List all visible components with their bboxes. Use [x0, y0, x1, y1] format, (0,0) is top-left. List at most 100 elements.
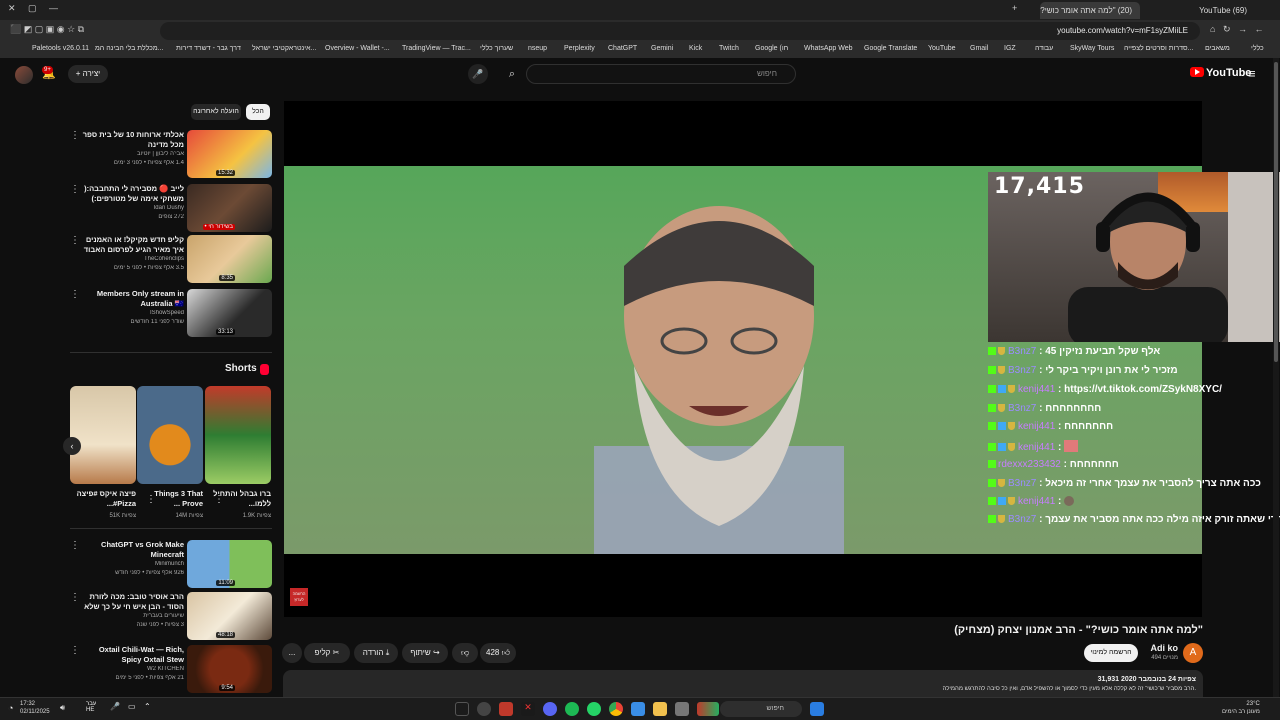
mic-icon[interactable]: 🎤 — [468, 64, 488, 84]
create-button[interactable]: + יצירה — [68, 65, 108, 83]
bookmark[interactable]: Paletools v26.0.11 — [32, 45, 89, 52]
bookmark[interactable]: Kick — [689, 45, 702, 52]
app-icon[interactable] — [697, 702, 719, 716]
more-icon[interactable]: ⋮ — [146, 494, 156, 505]
tab-active[interactable]: (20) "למה אתה אומר כושי?" - הרב אמנון יצ… — [1040, 2, 1140, 19]
search-input[interactable]: חיפוש — [526, 64, 796, 84]
battery-icon[interactable]: ▭ — [128, 702, 136, 711]
wifi-icon[interactable]: ◔ — [8, 703, 13, 713]
channel-watermark[interactable]: הרשמה לערוץ — [290, 588, 308, 606]
short-thumbnail[interactable] — [137, 386, 203, 484]
bookmark[interactable]: Gmail — [970, 45, 988, 52]
chat-message: B3nz7 : מזכיר לי את רונן ויקיר ביקר לי — [988, 365, 1178, 383]
language-indicator[interactable]: עבר HE — [86, 701, 106, 713]
short-thumbnail[interactable] — [70, 386, 136, 484]
hamburger-menu-icon[interactable]: ≡ — [1248, 66, 1256, 81]
scrollbar-thumb[interactable] — [1274, 62, 1278, 362]
download-button[interactable]: הורדה ⤓ — [354, 643, 398, 663]
taskbar-search[interactable]: חיפוש — [720, 701, 802, 717]
more-icon[interactable]: ⋮ — [70, 289, 80, 300]
list-item[interactable]: ⋮ הרב אוסיר טובב: מכה לזורת הסוד - הבן א… — [70, 592, 272, 642]
emote-icon — [1064, 440, 1079, 452]
discord-icon[interactable] — [543, 702, 557, 716]
app-icon[interactable] — [675, 702, 689, 716]
chevron-left-icon[interactable]: ‹ — [63, 437, 81, 455]
chip-all[interactable]: הכל — [246, 104, 270, 120]
tab-youtube[interactable]: (69) YouTube — [1145, 2, 1255, 19]
more-icon[interactable]: ⋮ — [70, 235, 80, 246]
bookmark[interactable]: WhatsApp Web — [804, 45, 853, 52]
volume-icon[interactable]: 🔊︎ — [60, 703, 65, 713]
share-button[interactable]: שיתוף ↪ — [402, 643, 448, 663]
weather-widget[interactable]: 23°C מעונן רב הימים — [1222, 700, 1260, 716]
like-button[interactable]: 428 👍︎ — [480, 643, 516, 663]
windows-start-icon[interactable] — [810, 702, 824, 716]
new-tab-button[interactable]: + — [1012, 3, 1017, 13]
spotify-icon[interactable] — [565, 702, 579, 716]
list-item[interactable]: ⋮ קליפ חדש מקיקל! או האמנים איך מאיר הגי… — [70, 235, 272, 285]
bookmark[interactable]: עבודה — [1035, 45, 1053, 52]
clip-button[interactable]: קליפ ✂ — [304, 643, 350, 663]
kick-badge-icon — [988, 347, 996, 355]
app-icon[interactable] — [477, 702, 491, 716]
app-icon[interactable]: ✕ — [521, 702, 535, 716]
video-title: "למה אתה אומר כושי?" - הרב אמנון יצחק (מ… — [954, 624, 1203, 636]
more-icon[interactable]: ⋮ — [214, 494, 224, 505]
bookmark[interactable]: Twitch — [719, 45, 739, 52]
clock[interactable]: 17:32 02/11/2025 — [20, 700, 50, 716]
more-icon[interactable]: ⋮ — [70, 184, 80, 195]
tiktok-icon[interactable] — [455, 702, 469, 716]
chat-user: B3nz7 — [1008, 403, 1037, 414]
app-icon[interactable] — [499, 702, 513, 716]
folder-icon[interactable] — [653, 702, 667, 716]
photos-icon[interactable] — [631, 702, 645, 716]
more-icon[interactable]: ⋮ — [70, 130, 80, 141]
bookmark[interactable]: משאבים — [1205, 45, 1230, 52]
bookmark[interactable]: מכללת בלי הבינה המ... — [95, 45, 164, 52]
youtube-logo[interactable]: YouTube — [1190, 67, 1251, 79]
mic-tray-icon[interactable]: 🎤 — [110, 702, 120, 711]
bookmark[interactable]: Google (חו — [755, 45, 788, 52]
subscribe-button[interactable]: הרשמה למינוי — [1084, 644, 1138, 662]
dislike-button[interactable]: 👎︎ — [452, 643, 478, 663]
short-thumbnail[interactable] — [205, 386, 271, 484]
bookmark[interactable]: כללי — [1251, 45, 1264, 52]
list-item[interactable]: ⋮ ChatGPT vs Grok Make Minecraft Minimun… — [70, 540, 272, 590]
bookmark[interactable]: YouTube — [928, 45, 956, 52]
nav-buttons[interactable]: ⌂ ↻ → ← — [1210, 24, 1263, 35]
extension-icons[interactable]: ⬛ ◩ ▢ ▣ ◉ ☆ ⧉ — [10, 24, 84, 35]
kick-badge-icon — [988, 385, 996, 393]
bookmark[interactable]: שערוך כללי — [480, 45, 513, 52]
bookmark[interactable]: אינטראקטיבי ישראל... — [252, 45, 316, 52]
bookmark[interactable]: Google Translate — [864, 45, 917, 52]
list-item[interactable]: ⋮ אכלתי ארוחות 10 של בית ספר מכל מדינה א… — [70, 130, 272, 180]
chat-text: : — [1058, 442, 1062, 453]
bookmark[interactable]: IGZ — [1004, 45, 1016, 52]
bookmark[interactable]: דרך גבר - דשרד דירות — [176, 45, 241, 52]
list-item[interactable]: ⋮ לייב 🔴 מסבירה לי התחבבה:( משחקי אימה ש… — [70, 184, 272, 234]
bookmark[interactable]: SkyWay Tours — [1070, 45, 1114, 52]
bookmark[interactable]: סדרות וסרטים לצפייה... — [1124, 45, 1193, 52]
avatar[interactable] — [15, 66, 33, 84]
list-item[interactable]: ⋮ Members Only stream in Australia 🇦🇺 IS… — [70, 289, 272, 339]
list-item[interactable]: ⋮ Oxtail Chili-Wat — Rich, Spicy Oxtail … — [70, 645, 272, 695]
bookmark[interactable]: Gemini — [651, 45, 673, 52]
chevron-up-icon[interactable]: ⌃ — [144, 702, 151, 711]
bookmark[interactable]: nseup — [528, 45, 547, 52]
more-icon[interactable]: ⋮ — [70, 592, 80, 603]
bookmark[interactable]: ChatGPT — [608, 45, 637, 52]
window-controls[interactable]: ✕ ▢ — — [8, 3, 58, 14]
more-icon[interactable]: ⋮ — [70, 645, 80, 656]
bookmark[interactable]: TradingView — Trac... — [402, 45, 471, 52]
more-actions-button[interactable]: ... — [282, 643, 302, 663]
chrome-icon[interactable] — [609, 702, 623, 716]
bookmark[interactable]: Overview - Wallet -... — [325, 45, 390, 52]
more-icon[interactable]: ⋮ — [70, 540, 80, 551]
url-field[interactable]: youtube.com/watch?v=mF1syZMiiLE — [160, 22, 1200, 40]
search-icon[interactable]: ⌕ — [500, 64, 524, 84]
chip-recent[interactable]: הועלה לאחרונה — [191, 104, 241, 120]
whatsapp-icon[interactable] — [587, 702, 601, 716]
bookmark[interactable]: Perplexity — [564, 45, 595, 52]
channel-avatar[interactable]: A — [1183, 643, 1203, 663]
streamer-figure — [1068, 192, 1228, 342]
